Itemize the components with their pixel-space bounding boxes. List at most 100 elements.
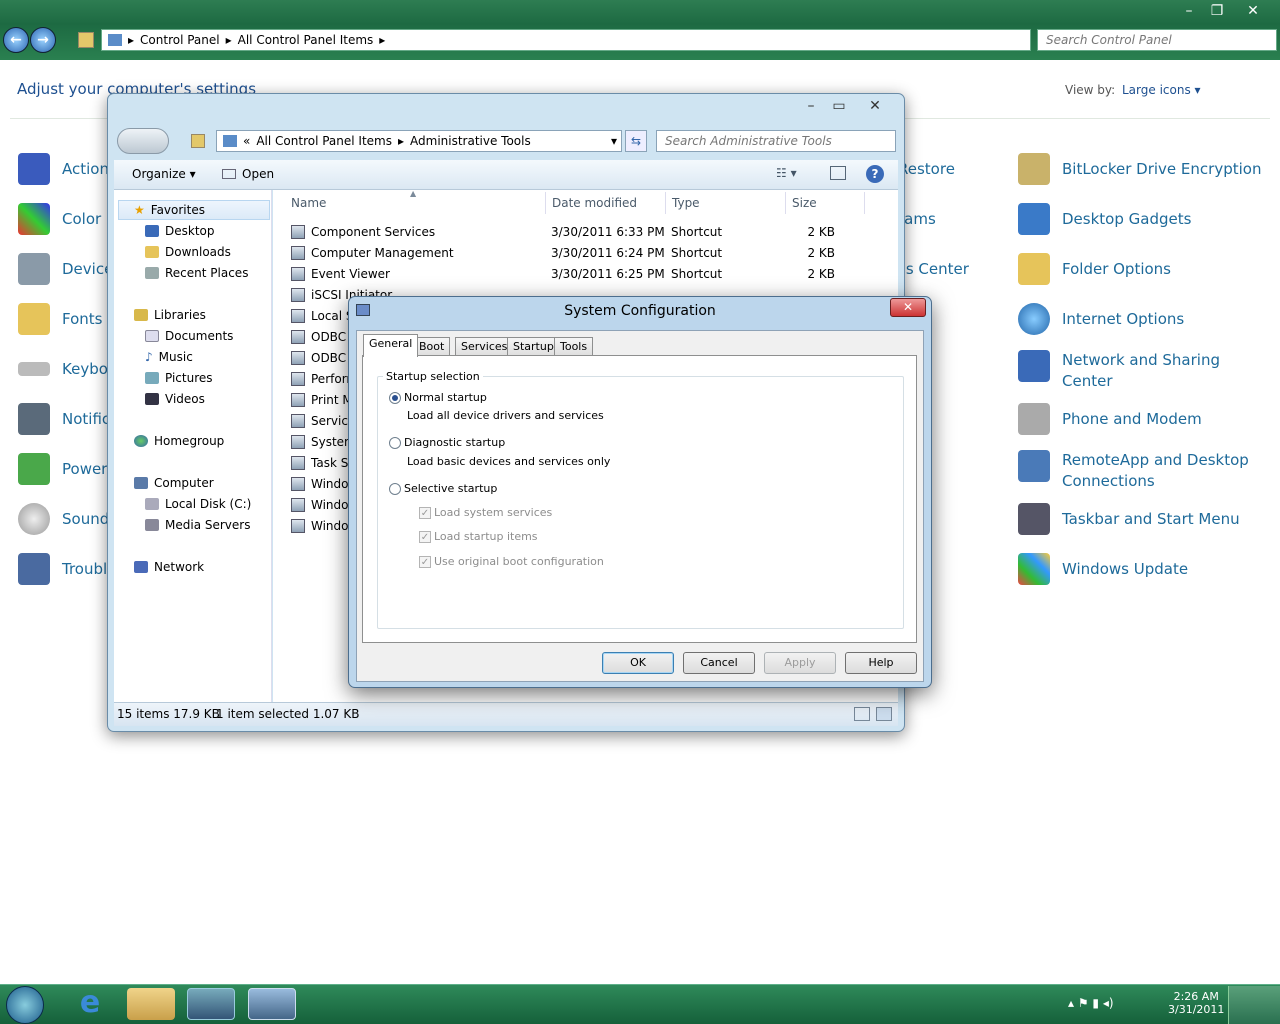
details-view-icon[interactable] bbox=[854, 707, 870, 721]
diagnostic-startup-radio[interactable] bbox=[389, 437, 401, 449]
forward-button[interactable]: → bbox=[30, 27, 56, 53]
column-size[interactable]: Size bbox=[792, 196, 817, 210]
cp-item-recovery[interactable]: Restore bbox=[898, 160, 955, 178]
explorer-address-bar[interactable]: « All Control Panel Items ▸ Administrati… bbox=[216, 130, 622, 152]
nav-computer[interactable]: Computer bbox=[134, 476, 214, 490]
show-desktop-button[interactable] bbox=[1228, 986, 1280, 1024]
file-row[interactable]: Event Viewer 3/30/2011 6:25 PM Shortcut 2 K… bbox=[291, 267, 835, 281]
explorer-search-input[interactable]: Search Administrative Tools bbox=[656, 130, 896, 152]
help-button[interactable]: Help bbox=[845, 652, 917, 674]
nav-documents[interactable]: Documents bbox=[145, 329, 233, 343]
tab-services[interactable]: Services bbox=[455, 337, 514, 356]
nav-music[interactable]: ♪ Music bbox=[145, 350, 193, 364]
minimize-button[interactable]: – bbox=[1176, 2, 1202, 20]
internet-explorer-icon[interactable]: e bbox=[66, 988, 114, 1020]
column-divider[interactable] bbox=[864, 192, 865, 214]
help-icon[interactable]: ? bbox=[866, 165, 884, 183]
start-button[interactable] bbox=[6, 986, 44, 1024]
nav-local-disk[interactable]: Local Disk (C:) bbox=[145, 497, 251, 511]
load-startup-items-checkbox[interactable]: ✓ bbox=[419, 531, 431, 543]
file-row[interactable]: Computer Management 3/30/2011 6:24 PM Shor… bbox=[291, 246, 835, 260]
nav-favorites[interactable]: ★ Favorites bbox=[134, 203, 205, 217]
cp-item-desktop-gadgets[interactable]: Desktop Gadgets bbox=[1018, 203, 1191, 235]
search-input[interactable]: Search Control Panel bbox=[1037, 29, 1277, 51]
overflow-chevron[interactable]: « bbox=[243, 134, 250, 148]
nav-recent-places[interactable]: Recent Places bbox=[145, 266, 248, 280]
breadcrumb-admin-tools[interactable]: Administrative Tools bbox=[410, 134, 531, 148]
diagnostic-startup-label[interactable]: Diagnostic startup bbox=[404, 436, 505, 449]
view-by-dropdown[interactable]: Large icons ▾ bbox=[1122, 83, 1201, 97]
cp-item-sound[interactable]: Sound bbox=[18, 503, 109, 535]
organize-button[interactable]: Organize ▾ bbox=[132, 167, 196, 181]
open-button[interactable]: Open bbox=[222, 167, 274, 181]
tab-startup[interactable]: Startup bbox=[507, 337, 560, 356]
cp-item-taskbar[interactable]: Taskbar and Start Menu bbox=[1018, 503, 1240, 535]
chevron-down-icon[interactable]: ▾ bbox=[611, 134, 617, 148]
explorer-close-button[interactable]: ✕ bbox=[862, 97, 888, 115]
tray-icons[interactable]: ▴ ⚑ ▮ ◂) bbox=[1068, 996, 1114, 1010]
apply-button[interactable]: Apply bbox=[764, 652, 836, 674]
tab-boot[interactable]: Boot bbox=[413, 337, 451, 356]
breadcrumb-all-items[interactable]: All Control Panel Items bbox=[256, 134, 392, 148]
cp-item-phone-modem[interactable]: Phone and Modem bbox=[1018, 403, 1202, 435]
column-date[interactable]: Date modified bbox=[552, 196, 637, 210]
column-divider[interactable] bbox=[665, 192, 666, 214]
nav-downloads[interactable]: Downloads bbox=[145, 245, 231, 259]
column-name[interactable]: Name bbox=[291, 196, 326, 210]
cp-item-troubleshooting[interactable]: Trouble bbox=[18, 553, 116, 585]
cp-item-windows-update[interactable]: Windows Update bbox=[1018, 553, 1188, 585]
cp-item-color-management[interactable]: Color M bbox=[18, 203, 119, 235]
preview-pane-button[interactable] bbox=[830, 166, 846, 180]
control-panel-taskbar-icon[interactable] bbox=[187, 988, 235, 1020]
explorer-minimize-button[interactable]: – bbox=[798, 97, 824, 115]
normal-startup-label[interactable]: Normal startup bbox=[404, 391, 487, 404]
refresh-button[interactable]: ⇆ bbox=[625, 130, 647, 152]
close-button[interactable]: ✕ bbox=[1240, 2, 1266, 20]
cp-item-network-sharing[interactable]: Network and Sharing Center bbox=[1018, 350, 1220, 392]
nav-libraries[interactable]: Libraries bbox=[134, 308, 206, 322]
use-original-boot-checkbox[interactable]: ✓ bbox=[419, 556, 431, 568]
nav-network[interactable]: Network bbox=[134, 560, 204, 574]
breadcrumb-all-items[interactable]: All Control Panel Items bbox=[238, 33, 374, 47]
address-bar[interactable]: ▸ Control Panel ▸ All Control Panel Item… bbox=[101, 29, 1031, 51]
tab-tools[interactable]: Tools bbox=[554, 337, 594, 356]
cp-item-internet-options[interactable]: Internet Options bbox=[1018, 303, 1184, 335]
ok-button[interactable]: OK bbox=[602, 652, 674, 674]
cp-item-remoteapp[interactable]: RemoteApp and Desktop Connections bbox=[1018, 450, 1249, 492]
nav-media-servers[interactable]: Media Servers bbox=[145, 518, 250, 532]
selective-startup-label[interactable]: Selective startup bbox=[404, 482, 497, 495]
load-system-services-checkbox[interactable]: ✓ bbox=[419, 507, 431, 519]
maximize-button[interactable]: ❐ bbox=[1204, 2, 1230, 20]
normal-startup-radio[interactable] bbox=[389, 392, 401, 404]
nav-desktop[interactable]: Desktop bbox=[145, 224, 215, 238]
cp-item-device-manager[interactable]: Device bbox=[18, 253, 113, 285]
column-type[interactable]: Type bbox=[672, 196, 700, 210]
large-icons-view-icon[interactable] bbox=[876, 707, 892, 721]
nav-homegroup[interactable]: Homegroup bbox=[134, 434, 224, 448]
up-folder-icon[interactable] bbox=[191, 134, 205, 148]
cp-item-fonts[interactable]: Fonts bbox=[18, 303, 102, 335]
cp-item-keyboard[interactable]: Keyboa bbox=[18, 353, 117, 378]
selective-startup-radio[interactable] bbox=[389, 483, 401, 495]
tab-general[interactable]: General bbox=[363, 334, 419, 357]
nav-pictures[interactable]: Pictures bbox=[145, 371, 213, 385]
msconfig-taskbar-icon[interactable] bbox=[248, 988, 296, 1020]
dialog-close-button[interactable]: ✕ bbox=[890, 298, 926, 317]
view-options-button[interactable]: ☷ ▾ bbox=[776, 166, 797, 180]
cp-item-notification[interactable]: Notifica bbox=[18, 403, 119, 435]
explorer-maximize-button[interactable]: ▭ bbox=[826, 97, 852, 115]
cancel-button[interactable]: Cancel bbox=[683, 652, 755, 674]
file-row[interactable]: Component Services 3/30/2011 6:33 PM Short… bbox=[291, 225, 835, 239]
column-divider[interactable] bbox=[785, 192, 786, 214]
cp-item-folder-options[interactable]: Folder Options bbox=[1018, 253, 1171, 285]
back-button[interactable]: ← bbox=[3, 27, 29, 53]
cp-item-bitlocker[interactable]: BitLocker Drive Encryption bbox=[1018, 153, 1261, 185]
cp-item-ease-of-access[interactable]: ss Center bbox=[898, 260, 969, 278]
column-divider[interactable] bbox=[545, 192, 546, 214]
explorer-taskbar-icon[interactable] bbox=[127, 988, 175, 1020]
nav-videos[interactable]: Videos bbox=[145, 392, 205, 406]
explorer-back-forward-button[interactable] bbox=[117, 128, 169, 154]
clock[interactable]: 2:26 AM 3/31/2011 bbox=[1168, 990, 1224, 1016]
breadcrumb-control-panel[interactable]: Control Panel bbox=[140, 33, 220, 47]
up-folder-icon[interactable] bbox=[78, 32, 94, 48]
